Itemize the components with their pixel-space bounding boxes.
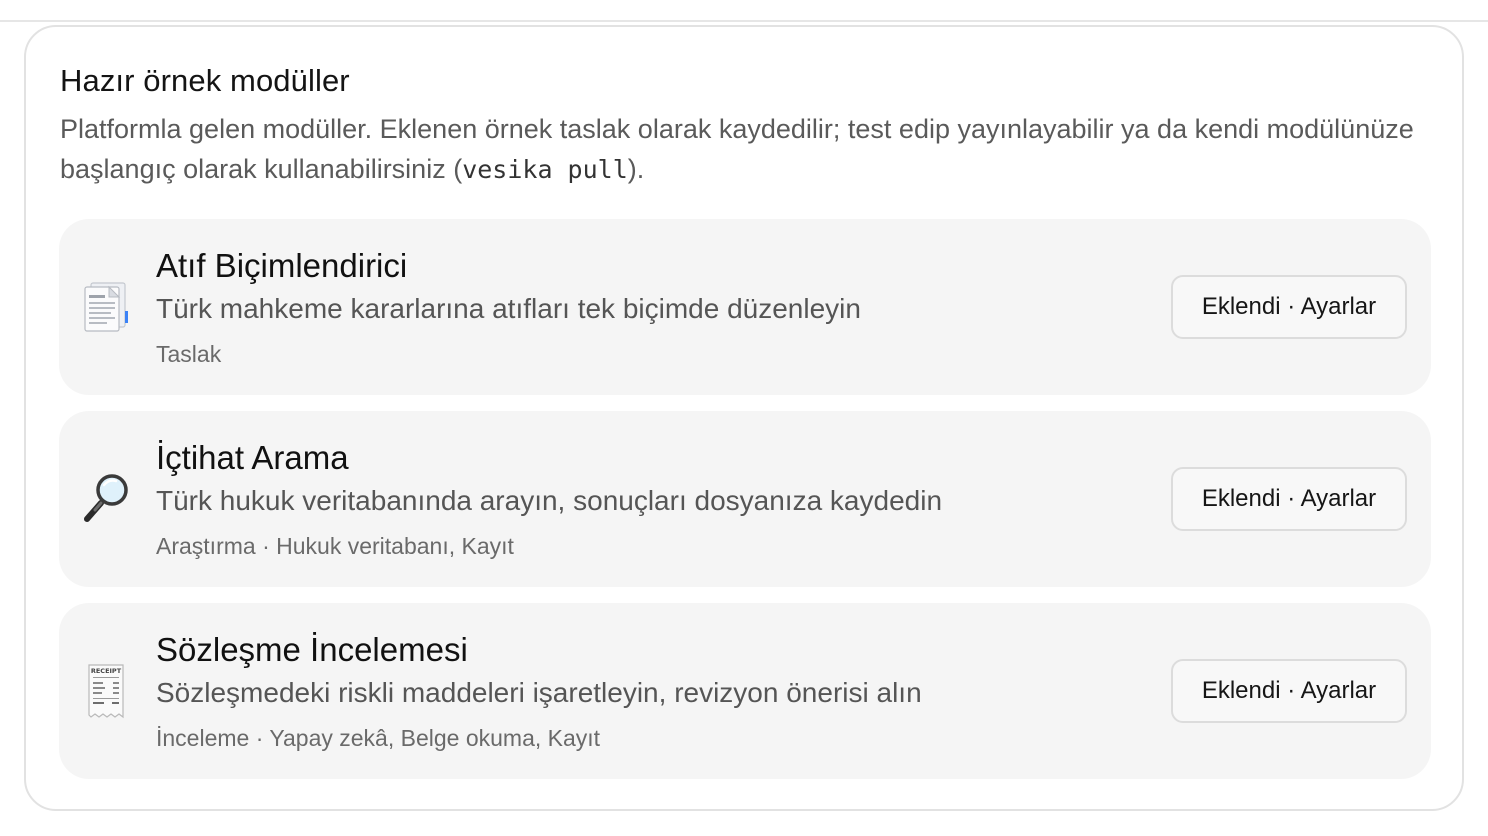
cli-command: vesika pull <box>462 155 628 184</box>
top-divider <box>0 0 1488 22</box>
module-meta: İnceleme · Yapay zekâ, Belge okuma, Kayı… <box>156 725 601 751</box>
description-tail: ). <box>627 154 645 184</box>
module-description: Türk hukuk veritabanında arayın, sonuçla… <box>156 485 943 516</box>
module-card-sozlesme: RECEIPT Sözleşme İncelemesi Sözleşmedeki… <box>59 603 1431 779</box>
added-settings-button[interactable]: Eklendi · Ayarlar <box>1171 659 1407 723</box>
module-description: Sözleşmedeki riskli maddeleri işaretleyi… <box>156 677 922 708</box>
description-text: Platformla gelen modüller. Eklenen örnek… <box>60 114 1414 184</box>
magnifier-icon <box>81 469 133 529</box>
module-meta: Taslak <box>156 341 222 367</box>
module-card-ictihat: İçtihat Arama Türk hukuk veritabanında a… <box>59 411 1431 587</box>
receipt-icon: RECEIPT <box>81 661 133 721</box>
module-meta: Araştırma · Hukuk veritabanı, Kayıt <box>156 533 514 559</box>
panel-description: Platformla gelen modüller. Eklenen örnek… <box>60 109 1420 190</box>
module-title: Sözleşme İncelemesi <box>156 631 468 668</box>
module-title: Atıf Biçimlendirici <box>156 247 408 284</box>
added-settings-button[interactable]: Eklendi · Ayarlar <box>1171 275 1407 339</box>
added-settings-button[interactable]: Eklendi · Ayarlar <box>1171 467 1407 531</box>
module-title: İçtihat Arama <box>156 439 349 476</box>
sample-modules-panel: Hazır örnek modüller Platformla gelen mo… <box>24 25 1464 811</box>
svg-text:RECEIPT: RECEIPT <box>91 667 122 675</box>
document-icon <box>81 277 133 337</box>
panel-title: Hazır örnek modüller <box>60 63 350 98</box>
module-card-atif: Atıf Biçimlendirici Türk mahkeme kararla… <box>59 219 1431 395</box>
module-description: Türk mahkeme kararlarına atıfları tek bi… <box>156 293 861 324</box>
